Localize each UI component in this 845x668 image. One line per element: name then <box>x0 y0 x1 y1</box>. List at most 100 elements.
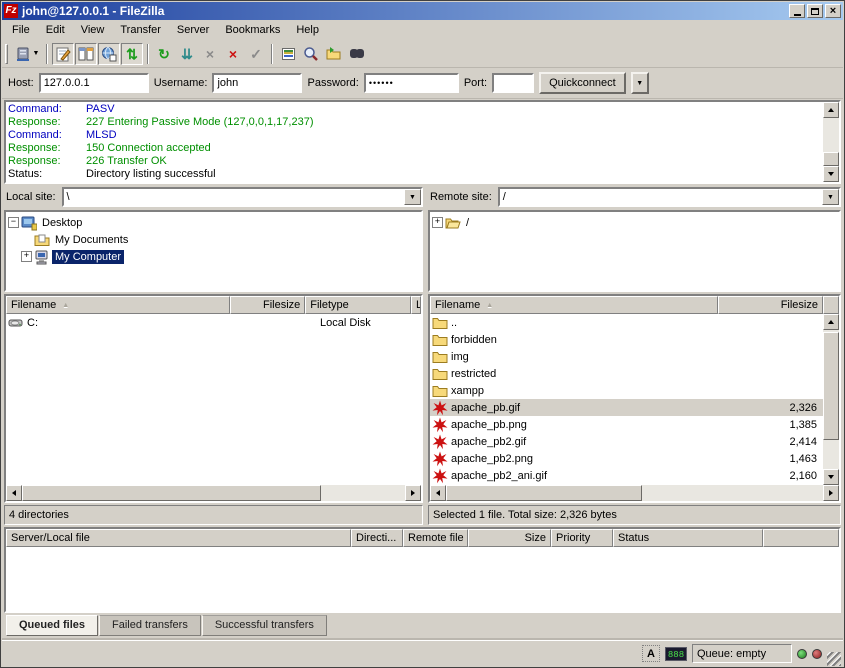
column-header-filename[interactable]: Filename▲ <box>6 296 230 314</box>
scroll-down-button[interactable] <box>823 469 839 485</box>
scroll-track[interactable] <box>22 485 405 501</box>
column-header-filesize[interactable]: Filesize <box>718 296 823 314</box>
column-header-priority[interactable]: Priority <box>551 529 613 547</box>
remote-file-row[interactable]: apache_pb2_ani.gif 2,160 <box>430 467 823 484</box>
remote-vertical-scrollbar[interactable] <box>823 314 839 485</box>
remote-file-row[interactable]: apache_pb2.png 1,463 <box>430 450 823 467</box>
tree-item-root[interactable]: + / <box>432 214 839 231</box>
toggle-message-log-button[interactable] <box>52 43 74 65</box>
column-header-filetype[interactable]: Filetype <box>305 296 411 314</box>
menu-help[interactable]: Help <box>288 22 327 38</box>
tree-item-label[interactable]: / <box>463 216 472 230</box>
scroll-thumb[interactable] <box>22 485 321 501</box>
column-header-filename[interactable]: Filename▲ <box>430 296 718 314</box>
column-header-status[interactable]: Status <box>613 529 763 547</box>
menu-transfer[interactable]: Transfer <box>112 22 169 38</box>
menu-bookmarks[interactable]: Bookmarks <box>217 22 288 38</box>
remote-site-combobox[interactable]: / ▼ <box>498 187 841 207</box>
column-header-filesize[interactable]: Filesize <box>230 296 305 314</box>
speed-limit-icon[interactable]: 888 <box>665 647 687 661</box>
quickconnect-dropdown-button[interactable]: ▼ <box>631 72 649 94</box>
scroll-track[interactable] <box>446 485 823 501</box>
queue-list-empty[interactable] <box>6 547 839 611</box>
minimize-button[interactable] <box>789 4 805 18</box>
scroll-left-button[interactable] <box>6 485 22 501</box>
log-scrollbar[interactable] <box>823 102 839 182</box>
tab-failed-transfers[interactable]: Failed transfers <box>99 615 201 636</box>
chevron-down-icon[interactable]: ▼ <box>404 189 421 205</box>
expand-icon[interactable]: + <box>21 251 32 262</box>
tree-item-my-documents[interactable]: My Documents <box>8 231 421 248</box>
synchronized-browsing-button[interactable] <box>323 43 345 65</box>
tab-successful-transfers[interactable]: Successful transfers <box>202 615 327 636</box>
expand-icon[interactable]: + <box>432 217 443 228</box>
menu-server[interactable]: Server <box>169 22 217 38</box>
scroll-up-button[interactable] <box>823 102 839 118</box>
remote-file-row[interactable]: img <box>430 348 823 365</box>
menu-file[interactable]: File <box>4 22 38 38</box>
menu-edit[interactable]: Edit <box>38 22 73 38</box>
username-input[interactable] <box>212 73 302 93</box>
tree-item-desktop[interactable]: − Desktop <box>8 214 421 231</box>
process-queue-button[interactable]: ⇊ <box>176 43 198 65</box>
scroll-track[interactable] <box>823 330 839 469</box>
scroll-track[interactable] <box>823 118 839 166</box>
remote-tree: + / <box>428 210 841 292</box>
maximize-button[interactable] <box>807 4 823 18</box>
remote-file-row[interactable]: apache_pb2.gif 2,414 <box>430 433 823 450</box>
column-header-size[interactable]: Size <box>468 529 551 547</box>
close-button[interactable]: × <box>825 4 841 18</box>
scroll-right-button[interactable] <box>823 485 839 501</box>
tree-item-label[interactable]: Desktop <box>39 216 85 230</box>
remote-file-row-selected[interactable]: apache_pb.gif 2,326 <box>430 399 823 416</box>
toggle-remote-tree-button[interactable] <box>98 43 120 65</box>
host-input[interactable] <box>39 73 149 93</box>
column-header-spacer <box>763 529 839 547</box>
column-header-direction[interactable]: Directi... <box>351 529 403 547</box>
tree-item-label[interactable]: My Computer <box>52 250 124 264</box>
remote-file-row[interactable]: restricted <box>430 365 823 382</box>
scroll-thumb[interactable] <box>823 152 839 166</box>
column-header-server-local-file[interactable]: Server/Local file <box>6 529 351 547</box>
toggle-transfer-queue-button[interactable]: ⇅ <box>121 43 143 65</box>
local-site-combobox[interactable]: \ ▼ <box>62 187 423 207</box>
collapse-icon[interactable]: − <box>8 217 19 228</box>
local-file-row[interactable]: C: Local Disk <box>6 314 421 331</box>
scroll-down-button[interactable] <box>823 166 839 182</box>
tab-queued-files[interactable]: Queued files <box>6 615 98 636</box>
column-header-last-modified[interactable]: L <box>411 296 421 314</box>
transfer-type-icon[interactable]: A <box>642 645 660 662</box>
cancel-operation-button[interactable]: × <box>199 43 221 65</box>
directory-filter-button[interactable] <box>277 43 299 65</box>
toolbar-separator <box>147 44 149 64</box>
toggle-local-tree-button[interactable] <box>75 43 97 65</box>
password-input[interactable] <box>364 73 459 93</box>
resize-grip[interactable] <box>827 652 841 666</box>
file-search-button[interactable] <box>346 43 368 65</box>
refresh-button[interactable]: ↻ <box>153 43 175 65</box>
remote-file-row[interactable]: forbidden <box>430 331 823 348</box>
site-manager-button[interactable]: ▼ <box>12 43 42 65</box>
remote-horizontal-scrollbar[interactable] <box>430 485 839 501</box>
disconnect-button[interactable]: × <box>222 43 244 65</box>
scroll-thumb[interactable] <box>823 332 839 440</box>
tree-item-my-computer[interactable]: + My Computer <box>8 248 421 265</box>
chevron-down-icon[interactable]: ▼ <box>822 189 839 205</box>
quickconnect-button[interactable]: Quickconnect <box>539 72 626 94</box>
local-horizontal-scrollbar[interactable] <box>6 485 421 501</box>
remote-file-row[interactable]: xampp <box>430 382 823 399</box>
menu-view[interactable]: View <box>73 22 113 38</box>
remote-file-row[interactable]: .. <box>430 314 823 331</box>
scroll-left-button[interactable] <box>430 485 446 501</box>
tree-item-label[interactable]: My Documents <box>52 233 131 247</box>
scroll-right-button[interactable] <box>405 485 421 501</box>
port-input[interactable] <box>492 73 534 93</box>
column-header-remote-file[interactable]: Remote file <box>403 529 468 547</box>
directory-compare-button[interactable] <box>300 43 322 65</box>
scroll-up-button[interactable] <box>823 314 839 330</box>
scroll-thumb[interactable] <box>446 485 642 501</box>
titlebar[interactable]: Fz john@127.0.0.1 - FileZilla × <box>2 2 843 20</box>
local-site-value: \ <box>64 191 404 203</box>
reconnect-button[interactable]: ✓ <box>245 43 267 65</box>
remote-file-row[interactable]: apache_pb.png 1,385 <box>430 416 823 433</box>
